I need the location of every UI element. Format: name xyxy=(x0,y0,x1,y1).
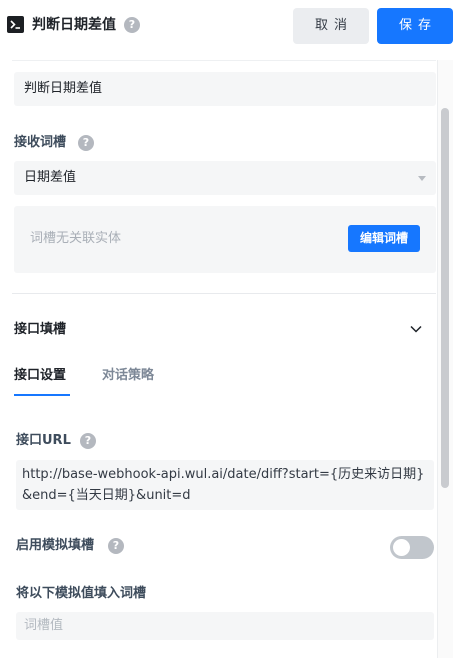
caret-down-icon xyxy=(418,176,426,181)
cancel-button[interactable]: 取消 xyxy=(293,8,369,44)
fill-value-label: 将以下模拟值填入词槽 xyxy=(16,586,147,601)
section-title: 接口填槽 xyxy=(14,322,67,337)
tab-dialog-strategy[interactable]: 对话策略 xyxy=(102,367,154,385)
help-icon[interactable]: ? xyxy=(78,135,94,151)
toggle-knob xyxy=(393,539,410,556)
url-label: 接口URL xyxy=(16,433,71,448)
help-icon[interactable]: ? xyxy=(108,538,124,554)
help-icon[interactable]: ? xyxy=(124,17,140,33)
page-title: 判断日期差值 xyxy=(32,17,116,33)
slot-entity-box: 词槽无关联实体 编辑词槽 xyxy=(14,206,436,273)
name-input[interactable]: 判断日期差值 xyxy=(14,72,436,106)
terminal-icon xyxy=(7,16,24,33)
panel-top-border xyxy=(12,60,436,61)
help-icon[interactable]: ? xyxy=(80,433,96,449)
tab-active-indicator xyxy=(14,394,70,396)
mock-fill-toggle[interactable] xyxy=(390,536,434,559)
slot-value-input[interactable]: 词槽值 xyxy=(16,612,434,640)
edit-slot-button[interactable]: 编辑词槽 xyxy=(348,225,420,252)
divider xyxy=(12,293,436,294)
slot-select[interactable]: 日期差值 xyxy=(14,161,436,195)
tab-interface-settings[interactable]: 接口设置 xyxy=(14,367,66,385)
scrollbar-thumb[interactable] xyxy=(441,108,449,488)
settings-panel: 判断日期差值 接收词槽 ? 日期差值 词槽无关联实体 编辑词槽 接口填槽 接口设… xyxy=(0,60,469,658)
slot-label: 接收词槽 xyxy=(14,135,67,150)
mock-fill-label: 启用模拟填槽 xyxy=(16,538,95,553)
save-button[interactable]: 保存 xyxy=(377,8,453,44)
header: 判断日期差值 ? 取消 保存 xyxy=(0,0,469,52)
slot-empty-text: 词槽无关联实体 xyxy=(30,231,122,246)
chevron-down-icon[interactable] xyxy=(408,321,424,337)
slot-select-value: 日期差值 xyxy=(24,170,77,185)
url-input[interactable]: http://base-webhook-api.wul.ai/date/diff… xyxy=(16,460,434,510)
